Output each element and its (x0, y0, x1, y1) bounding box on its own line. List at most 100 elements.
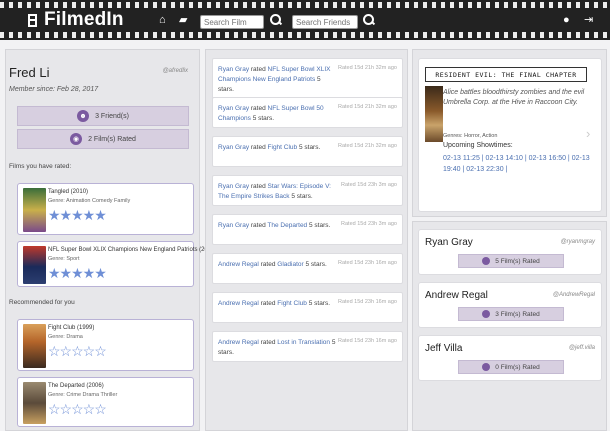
feed-user-link[interactable]: Andrew Regal (218, 300, 259, 307)
friend-rated-label: 5 Film(s) Rated (495, 257, 540, 265)
rated-count-button[interactable]: ◉ 2 Film(s) Rated (17, 129, 189, 149)
film-genre: Genre: Sport (48, 256, 80, 262)
star-rating[interactable]: ☆☆☆☆☆ (48, 344, 107, 358)
navbar: FilmedIn ⌂ ▰ ● ⇥ (0, 0, 610, 40)
friend-rated-button[interactable]: 0 Film(s) Rated (458, 360, 564, 374)
feed-user-link[interactable]: Andrew Regal (218, 339, 259, 346)
feed-film-link[interactable]: Fight Club (277, 300, 307, 307)
feed-text: Andrew Regal rated Gladiator 5 stars. (218, 260, 336, 270)
feed-user-link[interactable]: Ryan Gray (218, 66, 249, 73)
feed-time: Rated 15d 21h 32m ago (337, 143, 397, 149)
feed-rating: 5 stars. (308, 300, 331, 307)
member-since: Member since: Feb 28, 2017 (9, 86, 99, 93)
feed-verb: rated (260, 300, 276, 307)
showtimes-list[interactable]: 02-13 11:25 | 02-13 14:10 | 02-13 16:50 … (443, 153, 593, 175)
recommended-heading: Recommended for you (9, 299, 75, 306)
friend-rated-button[interactable]: 3 Film(s) Rated (458, 307, 564, 321)
search-film-input[interactable] (200, 15, 264, 29)
film-poster (23, 382, 46, 424)
star-rating[interactable]: ★★★★★ (48, 208, 107, 222)
friends-count-button[interactable]: ☻ 3 Friend(s) (17, 106, 189, 126)
feed-item: Ryan Gray rated NFL Super Bowl XLIX Cham… (212, 58, 403, 99)
feed-text: Andrew Regal rated Fight Club 5 stars. (218, 299, 336, 309)
feed-item: Ryan Gray rated The Departed 5 stars. Ra… (212, 214, 403, 245)
feed-user-link[interactable]: Ryan Gray (218, 183, 249, 190)
film-genre: Genre: Crime Drama Thriller (48, 392, 118, 398)
friend-card[interactable]: Ryan Gray @ryanmgray 5 Film(s) Rated (418, 229, 602, 275)
friend-handle: @AndrewRegal (552, 292, 595, 298)
feed-verb: rated (250, 222, 266, 229)
film-genre: Genre: Animation Comedy Family (48, 198, 131, 204)
star-rating[interactable]: ★★★★★ (48, 266, 107, 280)
film-poster (23, 188, 46, 232)
friend-name[interactable]: Ryan Gray (425, 237, 473, 248)
films-rated-heading: Films you have rated: (9, 163, 72, 170)
chevron-right-icon[interactable]: › (586, 126, 590, 141)
friend-name[interactable]: Andrew Regal (425, 290, 488, 301)
feed-rating: 5 stars. (291, 193, 313, 200)
feed-text: Ryan Gray rated The Departed 5 stars. (218, 221, 336, 231)
feed-time: Rated 15d 23h 16m ago (337, 260, 397, 266)
feed-film-link[interactable]: The Departed (267, 222, 307, 229)
film-strip-top (0, 2, 610, 8)
movie-title[interactable]: RESIDENT EVIL: THE FINAL CHAPTER (425, 67, 587, 82)
film-title: The Departed (2006) (48, 383, 104, 389)
film-reel-icon (482, 310, 491, 318)
feed-verb: rated (260, 339, 276, 346)
feed-verb: rated (260, 261, 276, 268)
brand-logo[interactable]: FilmedIn (28, 9, 124, 31)
feed-time: Rated 15d 21h 32m ago (337, 65, 397, 71)
friend-handle: @jeff.villa (568, 345, 595, 351)
feed-verb: rated (250, 105, 266, 112)
film-poster (23, 324, 46, 368)
feed-item: Ryan Gray rated Fight Club 5 stars. Rate… (212, 136, 403, 167)
feed-film-link[interactable]: Fight Club (268, 144, 298, 151)
feed-item: Ryan Gray rated NFL Super Bowl 50 Champi… (212, 97, 403, 128)
feed-time: Rated 15d 23h 16m ago (337, 299, 397, 305)
film-genre: Genre: Drama (48, 334, 83, 340)
movie-poster[interactable] (425, 86, 443, 142)
feed-user-link[interactable]: Andrew Regal (218, 261, 259, 268)
feed-item: Andrew Regal rated Fight Club 5 stars. R… (212, 292, 403, 323)
showtimes-label: Upcoming Showtimes: (443, 142, 513, 149)
feed-rating: 5 stars. (298, 144, 321, 151)
feed-rating: 5 stars. (252, 115, 275, 122)
chat-icon[interactable]: ▰ (179, 14, 187, 26)
search-icon[interactable] (270, 14, 282, 26)
star-rating[interactable]: ☆☆☆☆☆ (48, 402, 107, 416)
friend-card[interactable]: Jeff Villa @jeff.villa 0 Film(s) Rated (418, 335, 602, 381)
recommended-film-card[interactable]: The Departed (2006) Genre: Crime Drama T… (17, 377, 194, 427)
film-reel-icon: ◉ (70, 133, 83, 145)
feed-item: Andrew Regal rated Lost in Translation 5… (212, 331, 403, 362)
profile-name: Fred Li (9, 65, 50, 80)
brand-name: FilmedIn (44, 9, 124, 30)
friend-name[interactable]: Jeff Villa (425, 343, 462, 354)
film-title: Fight Club (1999) (48, 325, 95, 331)
friend-card[interactable]: Andrew Regal @AndrewRegal 3 Film(s) Rate… (418, 282, 602, 328)
recommended-film-card[interactable]: Fight Club (1999) Genre: Drama ☆☆☆☆☆ (17, 319, 194, 371)
rated-film-card[interactable]: NFL Super Bowl XLIX Champions New Englan… (17, 241, 217, 287)
feed-text: Ryan Gray rated NFL Super Bowl XLIX Cham… (218, 65, 336, 95)
home-icon[interactable]: ⌂ (159, 14, 166, 26)
film-title: Tangled (2010) (48, 189, 89, 195)
rated-film-card[interactable]: Tangled (2010) Genre: Animation Comedy F… (17, 183, 194, 235)
friend-rated-label: 0 Film(s) Rated (495, 363, 540, 371)
friend-rated-button[interactable]: 5 Film(s) Rated (458, 254, 564, 268)
feed-verb: rated (250, 144, 266, 151)
friend-rated-label: 3 Film(s) Rated (495, 310, 540, 318)
feed-rating: 5 stars. (308, 222, 331, 229)
search-icon[interactable] (363, 14, 375, 26)
feed-user-link[interactable]: Ryan Gray (218, 144, 249, 151)
film-title: NFL Super Bowl XLIX Champions New Englan… (48, 247, 217, 253)
feed-time: Rated 15d 23h 3m ago (341, 182, 397, 188)
film-reel-icon (482, 363, 491, 371)
movie-genres: Genres: Horror, Action (443, 133, 498, 139)
user-icon[interactable]: ● (563, 14, 570, 26)
feed-film-link[interactable]: Lost in Translation (277, 339, 330, 346)
feed-user-link[interactable]: Ryan Gray (218, 105, 249, 112)
feed-film-link[interactable]: Gladiator (277, 261, 303, 268)
film-icon (28, 13, 37, 27)
search-friends-input[interactable] (292, 15, 358, 29)
logout-icon[interactable]: ⇥ (584, 14, 593, 26)
feed-user-link[interactable]: Ryan Gray (218, 222, 249, 229)
